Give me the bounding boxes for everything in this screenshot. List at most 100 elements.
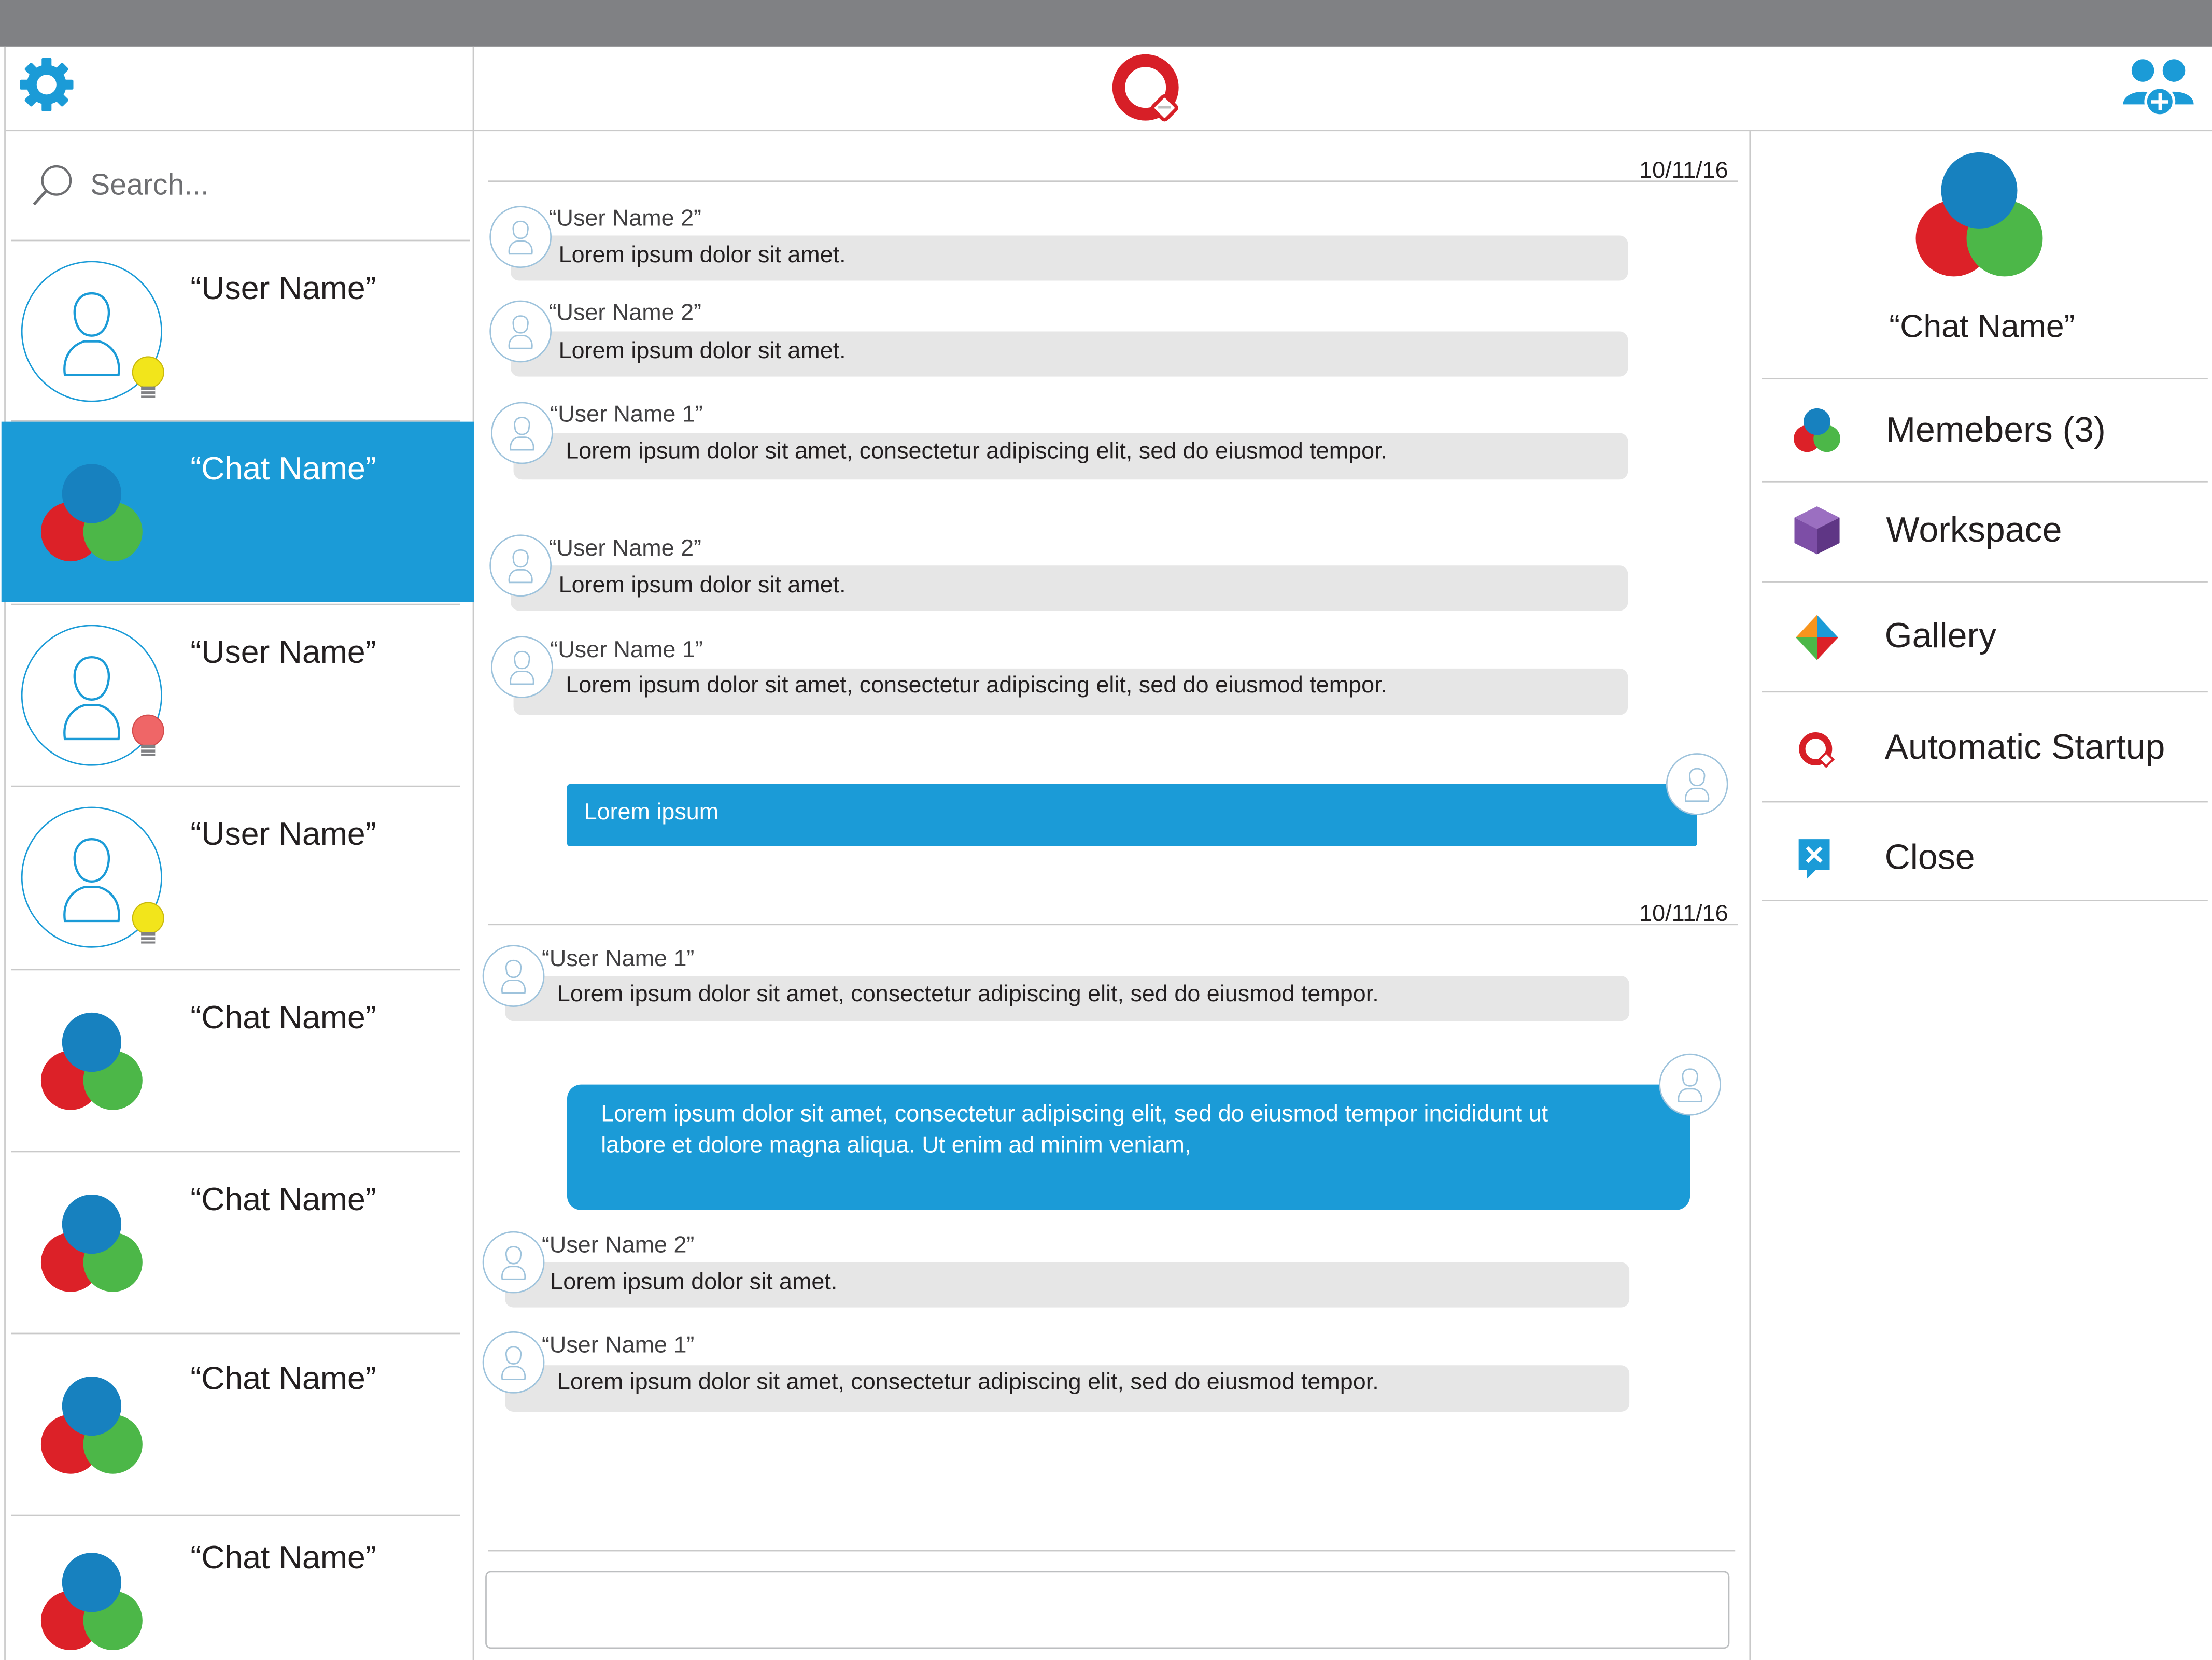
menu-item-members[interactable]: Memebers (3) (1762, 379, 2208, 481)
message-text: Lorem ipsum dolor sit amet. (558, 338, 846, 364)
date-separator-line (488, 180, 1738, 182)
date-separator-line (488, 924, 1738, 926)
menu-item-gallery[interactable]: Gallery (1762, 583, 2208, 691)
chat-app-window: Search... “User Name” “Chat Name” “User … (0, 0, 2212, 1660)
user-silhouette-icon (1678, 1068, 1702, 1102)
menu-item-label: Close (1884, 838, 1975, 877)
own-avatar (1659, 1053, 1721, 1116)
add-users-button[interactable] (2120, 53, 2199, 121)
add-users-icon (2123, 59, 2194, 117)
sidebar-item-label: “User Name” (190, 815, 376, 852)
user-silhouette-icon (510, 650, 534, 685)
group-chat-icon (40, 1194, 143, 1292)
message-text: Lorem ipsum dolor sit amet. (550, 1269, 838, 1295)
status-bulb-icon (132, 356, 164, 398)
sender-name: “User Name 1” (550, 402, 703, 428)
right-divider (1749, 131, 1751, 1660)
user-silhouette-icon (508, 549, 533, 584)
sidebar-item-chat-1[interactable]: “Chat Name” (6, 970, 473, 1151)
search-box[interactable]: Search... (6, 133, 473, 240)
sidebar-item-label: “Chat Name” (190, 1538, 376, 1576)
menu-item-label: Automatic Startup (1884, 728, 2165, 768)
sidebar-item-label: “Chat Name” (190, 450, 376, 487)
status-bulb-icon (132, 714, 164, 756)
sender-avatar (489, 206, 552, 268)
composer-top-border (488, 1550, 1736, 1552)
menu-item-label: Memebers (3) (1886, 410, 2106, 450)
message-input[interactable] (485, 1571, 1730, 1649)
sender-avatar (482, 1331, 545, 1394)
menu-item-close[interactable]: Close (1762, 802, 2208, 900)
message-bubble: Lorem ipsum dolor sit amet, consectetur … (505, 1365, 1630, 1412)
sender-name: “User Name 1” (541, 946, 695, 972)
settings-button[interactable] (17, 56, 76, 113)
own-avatar (1666, 753, 1728, 815)
title-bar (0, 0, 2212, 47)
message-bubble: Lorem ipsum dolor sit amet, consectetur … (513, 668, 1628, 715)
sender-avatar (482, 945, 545, 1008)
message-text-line: labore et dolore magna aliqua. Ut enim a… (601, 1132, 1191, 1158)
sender-name: “User Name 1” (541, 1332, 695, 1358)
sidebar-item-chat-2[interactable]: “Chat Name” (6, 1152, 473, 1332)
sidebar-item-user-1[interactable]: “User Name” (6, 241, 473, 421)
q-logo-icon (1112, 54, 1179, 122)
message-text: Lorem ipsum dolor sit amet, consectetur … (566, 438, 1388, 464)
search-icon (33, 165, 72, 206)
members-icon (1794, 408, 1840, 452)
cube-icon (1794, 506, 1840, 555)
sidebar-item-chat-3[interactable]: “Chat Name” (6, 1334, 473, 1514)
sidebar-item-user-2[interactable]: “User Name” (6, 605, 473, 785)
message-bubble: Lorem ipsum dolor sit amet. (511, 565, 1628, 611)
message-bubble: Lorem ipsum dolor sit amet, consectetur … (505, 976, 1630, 1021)
sender-name: “User Name 2” (548, 300, 701, 326)
menu-item-label: Gallery (1884, 616, 1997, 656)
message-text-line: Lorem ipsum dolor sit amet, consectetur … (601, 1101, 1548, 1127)
group-chat-icon (1915, 152, 2043, 277)
menu-item-workspace[interactable]: Workspace (1762, 483, 2208, 581)
date-stamp: 10/11/16 (1639, 901, 1728, 927)
user-silhouette-icon (508, 315, 533, 349)
panel-divider (1762, 900, 2208, 901)
message-text: Lorem ipsum (584, 799, 719, 825)
own-message-bubble: Lorem ipsum dolor sit amet, consectetur … (567, 1084, 1690, 1210)
message-text: Lorem ipsum dolor sit amet, consectetur … (557, 1369, 1379, 1395)
message-text: Lorem ipsum dolor sit amet, consectetur … (557, 982, 1379, 1008)
sidebar-item-user-3[interactable]: “User Name” (6, 787, 473, 967)
sender-avatar (489, 300, 552, 363)
sender-avatar (491, 402, 553, 464)
message-bubble: Lorem ipsum dolor sit amet, consectetur … (513, 433, 1628, 480)
date-stamp: 10/11/16 (1639, 158, 1728, 183)
message-text: Lorem ipsum dolor sit amet. (558, 572, 846, 598)
sender-avatar (482, 1231, 545, 1294)
sidebar-item-label: “Chat Name” (190, 1359, 376, 1397)
sidebar-item-label: “User Name” (190, 269, 376, 306)
message-text: Lorem ipsum dolor sit amet. (558, 243, 846, 268)
sender-name: “User Name 2” (548, 206, 701, 232)
user-silhouette-icon (501, 1346, 526, 1380)
group-chat-icon (40, 464, 143, 562)
sidebar-item-label: “Chat Name” (190, 1180, 376, 1217)
own-message-bubble: Lorem ipsum (567, 784, 1697, 846)
sidebar-item-label: “User Name” (190, 633, 376, 670)
sender-avatar (491, 636, 553, 699)
header-bottom-border (5, 130, 2212, 132)
q-logo-icon (1799, 732, 1835, 768)
sender-name: “User Name 2” (548, 536, 701, 562)
sidebar-item-chat-4[interactable]: “Chat Name” (6, 1516, 473, 1660)
close-icon (1798, 839, 1830, 879)
gallery-icon (1796, 615, 1838, 660)
group-chat-icon (40, 1376, 143, 1474)
user-silhouette-icon (501, 1246, 526, 1280)
sidebar-item-label: “Chat Name” (190, 998, 376, 1035)
message-bubble: Lorem ipsum dolor sit amet. (511, 331, 1628, 377)
group-chat-icon (40, 1012, 143, 1110)
user-silhouette-icon (1685, 768, 1710, 802)
sidebar-item-chat-selected[interactable]: “Chat Name” (1, 421, 474, 602)
search-input[interactable]: Search... (90, 169, 209, 203)
sender-avatar (489, 534, 552, 597)
menu-item-automatic-startup[interactable]: Automatic Startup (1762, 692, 2208, 801)
message-bubble: Lorem ipsum dolor sit amet. (511, 235, 1628, 281)
sender-name: “User Name 1” (550, 637, 703, 663)
user-silhouette-icon (501, 959, 526, 994)
app-logo (1109, 51, 1185, 127)
